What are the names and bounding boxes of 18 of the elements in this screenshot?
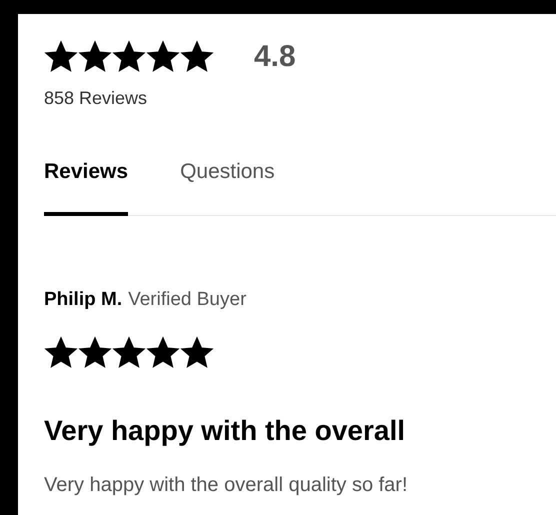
star-icon <box>112 40 146 74</box>
verified-label: Verified Buyer <box>128 288 246 312</box>
star-icon <box>44 40 78 74</box>
tab[interactable]: Questions <box>180 156 275 216</box>
star-icon <box>146 40 180 74</box>
author-name: Philip M. <box>44 288 122 312</box>
star-icon <box>146 336 180 370</box>
review-count: 858 Reviews <box>44 87 148 110</box>
review-title: Very happy with the overall <box>44 414 406 448</box>
tab[interactable]: Reviews <box>44 156 128 216</box>
star-icon <box>180 40 214 74</box>
star-icon <box>44 336 78 370</box>
review-text: Very happy with the overall quality so far! <box>44 473 409 498</box>
rating-value: 4.8 <box>254 39 296 75</box>
star-icon <box>112 336 146 370</box>
star-icon <box>180 336 214 370</box>
star-icon <box>78 40 112 74</box>
star-icon <box>78 336 112 370</box>
